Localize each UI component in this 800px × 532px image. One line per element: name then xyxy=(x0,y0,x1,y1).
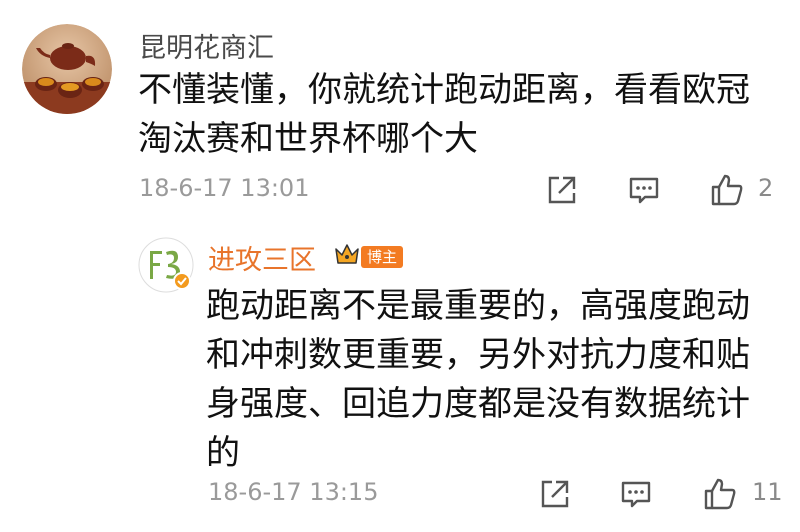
reply-timestamp: 18-6-17 13:15 xyxy=(208,478,379,506)
forward-icon xyxy=(541,480,569,508)
forward-icon xyxy=(548,176,576,204)
comment-meta-row: 18-6-17 13:01 2 xyxy=(0,170,800,210)
thumb-up-icon xyxy=(711,174,743,206)
crown-icon xyxy=(333,240,361,268)
like-button[interactable] xyxy=(700,474,740,514)
reply-meta-row: 18-6-17 13:15 11 xyxy=(0,474,800,514)
reply-button[interactable] xyxy=(616,474,656,514)
thumb-up-icon xyxy=(704,478,736,510)
reply-username[interactable]: 进攻三区 xyxy=(208,238,316,277)
comment-item: 昆明花商汇 不懂装懂，你就统计跑动距离，看看欧冠淘汰赛和世界杯哪个大 18-6-… xyxy=(0,0,800,220)
comment-timestamp: 18-6-17 13:01 xyxy=(139,174,310,202)
reply-text: 跑动距离不是最重要的，高强度跑动和冲刺数更重要，另外对抗力度和贴身强度、回追力度… xyxy=(206,286,750,473)
reply-icon xyxy=(629,177,659,204)
reply-icon xyxy=(621,481,651,508)
reply-button[interactable] xyxy=(624,170,664,210)
author-badge: 博主 xyxy=(361,246,404,268)
like-count: 11 xyxy=(752,478,783,506)
like-count: 2 xyxy=(758,174,774,202)
f3-logo-avatar-icon[interactable] xyxy=(138,237,194,293)
comment-text: 不懂装懂，你就统计跑动距离，看看欧冠淘汰赛和世界杯哪个大 xyxy=(138,70,750,159)
comment-username[interactable]: 昆明花商汇 xyxy=(139,26,274,65)
forward-button[interactable] xyxy=(542,170,582,210)
teapot-avatar-icon[interactable] xyxy=(22,24,112,114)
forward-button[interactable] xyxy=(535,474,575,514)
like-button[interactable] xyxy=(707,170,747,210)
